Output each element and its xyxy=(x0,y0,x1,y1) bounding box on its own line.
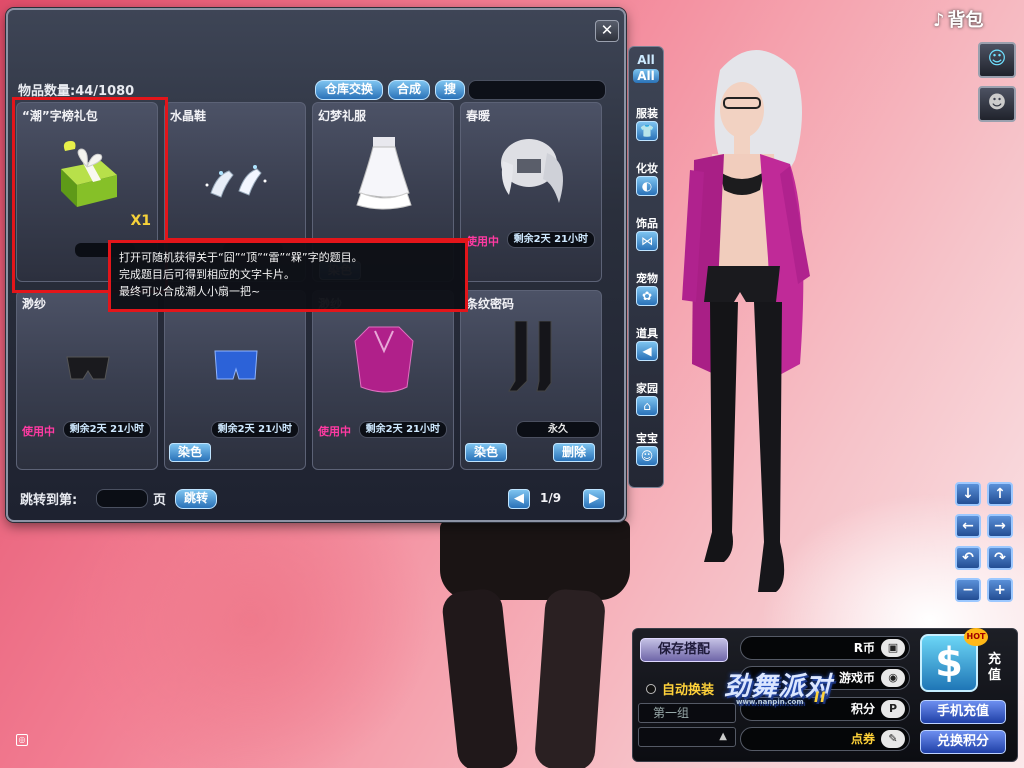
game-coin-icon: ◉ xyxy=(881,669,905,687)
avatar-view-button[interactable]: ☺ xyxy=(978,42,1016,78)
black-shorts-icon xyxy=(66,356,110,380)
inventory-item[interactable]: 春暖 使用中 剩余2天 21小时 xyxy=(460,102,602,282)
rotate-left-button[interactable]: ↶ xyxy=(955,546,981,570)
category-all[interactable]: All All xyxy=(633,53,659,83)
item-name: “潮”字榜礼包 xyxy=(22,109,98,123)
time-remaining: 永久 xyxy=(516,421,600,438)
dye-button[interactable]: 染色 xyxy=(465,443,508,462)
outfit-group-dropdown[interactable]: ▲ xyxy=(638,727,736,747)
category-all-button[interactable]: All xyxy=(633,69,659,83)
redeem-points-button[interactable]: 兑换积分 xyxy=(920,730,1006,754)
item-count-label: 物品数量:44/1080 xyxy=(18,84,135,99)
move-right-button[interactable]: → xyxy=(987,514,1013,538)
background-dancer xyxy=(420,520,650,768)
rotate-right-button[interactable]: ↷ xyxy=(987,546,1013,570)
player-avatar xyxy=(682,50,810,592)
bag-title: ♪ 背包 xyxy=(933,10,984,31)
category-makeup[interactable]: 化妆 ◐ xyxy=(631,162,663,196)
bag-icon: ♪ xyxy=(933,10,945,31)
time-remaining: 剩余2天 21小时 xyxy=(506,231,595,248)
pet-icon: ✿ xyxy=(636,286,658,306)
mobile-recharge-button[interactable]: 手机充值 xyxy=(920,700,1006,724)
move-down-button[interactable]: ↓ xyxy=(955,482,981,506)
r-coin-display: R币 ▣ xyxy=(740,636,910,660)
search-button[interactable]: 搜 xyxy=(435,80,465,100)
tooltip-line: 完成题目后可得到相应的文字卡片。 xyxy=(119,268,295,281)
item-tooltip: 打开可随机获得关于“囧”“顶”“雷”“槑”字的题目。 完成题目后可得到相应的文字… xyxy=(108,240,468,312)
makeup-icon: ◐ xyxy=(636,176,658,196)
in-use-label: 使用中 xyxy=(318,425,351,438)
recharge-label: 充值 xyxy=(988,652,1002,683)
next-page-button[interactable]: ▶ xyxy=(583,489,605,509)
category-home[interactable]: 家园 ⌂ xyxy=(631,382,663,416)
jump-to-page-label: 跳转到第: xyxy=(20,493,78,508)
shirt-icon: 👕 xyxy=(636,121,658,141)
dye-button[interactable]: 染色 xyxy=(169,443,212,462)
category-pets[interactable]: 宠物 ✿ xyxy=(631,272,663,306)
profile-button[interactable]: ☻ xyxy=(978,86,1016,122)
zoom-out-button[interactable]: − xyxy=(955,578,981,602)
megaphone-icon: ◀ xyxy=(636,341,658,361)
warehouse-exchange-button[interactable]: 仓库交换 xyxy=(315,80,383,100)
item-name: 幻梦礼服 xyxy=(318,109,367,123)
points-icon: P xyxy=(881,700,905,718)
inventory-item[interactable]: 条纹密码 永久 染色 删除 xyxy=(460,290,602,470)
in-use-label: 使用中 xyxy=(466,235,499,248)
bow-icon: ⋈ xyxy=(636,231,658,251)
crystal-shoes-icon xyxy=(205,165,267,198)
auto-change-radio[interactable] xyxy=(646,684,656,694)
item-name: 水晶鞋 xyxy=(170,109,207,123)
inventory-item[interactable]: 渺纱 使用中 剩余2天 21小时 xyxy=(312,290,454,470)
baby-icon: ☺ xyxy=(636,446,658,466)
tooltip-line: 打开可随机获得关于“囧”“顶”“雷”“槑”字的题目。 xyxy=(119,251,363,264)
page-suffix-label: 页 xyxy=(153,493,167,508)
black-boots-icon xyxy=(508,321,552,392)
blue-shorts-icon xyxy=(214,350,258,380)
move-up-button[interactable]: ↑ xyxy=(987,482,1013,506)
item-name: 条纹密码 xyxy=(466,297,515,311)
hot-badge: HOT xyxy=(964,628,988,646)
category-accessories[interactable]: 饰品 ⋈ xyxy=(631,217,663,251)
voucher-icon: ✎ xyxy=(881,730,905,748)
category-strip: All All 服装 👕 化妆 ◐ 饰品 ⋈ 宠物 ✿ 道具 ◀ 家园 ⌂ 宝宝… xyxy=(628,46,664,488)
item-name: 春暖 xyxy=(466,109,491,123)
page-number-input[interactable] xyxy=(96,489,148,508)
r-coin-icon: ▣ xyxy=(881,639,905,657)
inventory-item[interactable]: 渺纱 使用中 剩余2天 21小时 xyxy=(16,290,158,470)
delete-button[interactable]: 删除 xyxy=(552,443,595,462)
zoom-in-button[interactable]: + xyxy=(987,578,1013,602)
quantity-label: X1 xyxy=(130,213,151,229)
category-props[interactable]: 道具 ◀ xyxy=(631,327,663,361)
white-dress-icon xyxy=(356,137,412,210)
pink-shirt-icon xyxy=(354,326,414,393)
inventory-item[interactable]: 剩余2天 21小时 染色 xyxy=(164,290,306,470)
jump-button[interactable]: 跳转 xyxy=(175,489,217,509)
game-logo: 劲舞派对 www.nanpin.com II xyxy=(724,672,833,706)
close-button[interactable]: ✕ xyxy=(595,20,619,42)
settings-small-icon[interactable]: ◎ xyxy=(16,734,28,746)
item-name: 渺纱 xyxy=(22,297,47,311)
outfit-group-select[interactable]: 第一组 xyxy=(638,703,736,723)
auto-change-label: 自动换装 xyxy=(662,683,715,698)
combine-button[interactable]: 合成 xyxy=(388,80,430,100)
tooltip-line: 最终可以合成潮人小扇一把~ xyxy=(119,285,261,298)
move-left-button[interactable]: ← xyxy=(955,514,981,538)
time-remaining: 剩余2天 21小时 xyxy=(210,421,299,438)
prev-page-button[interactable]: ◀ xyxy=(508,489,530,509)
white-wig-icon xyxy=(501,139,563,203)
save-outfit-button[interactable]: 保存搭配 xyxy=(640,638,728,662)
time-remaining: 剩余2天 21小时 xyxy=(358,421,447,438)
in-use-label: 使用中 xyxy=(22,425,55,438)
category-clothing[interactable]: 服装 👕 xyxy=(631,107,663,141)
gift-box-icon xyxy=(61,141,117,207)
search-input[interactable] xyxy=(468,80,606,100)
page-indicator: 1/9 xyxy=(540,491,562,505)
time-remaining: 剩余2天 21小时 xyxy=(62,421,151,438)
house-icon: ⌂ xyxy=(636,396,658,416)
category-baby[interactable]: 宝宝 ☺ xyxy=(631,432,663,466)
voucher-display: 点券 ✎ xyxy=(740,727,910,751)
